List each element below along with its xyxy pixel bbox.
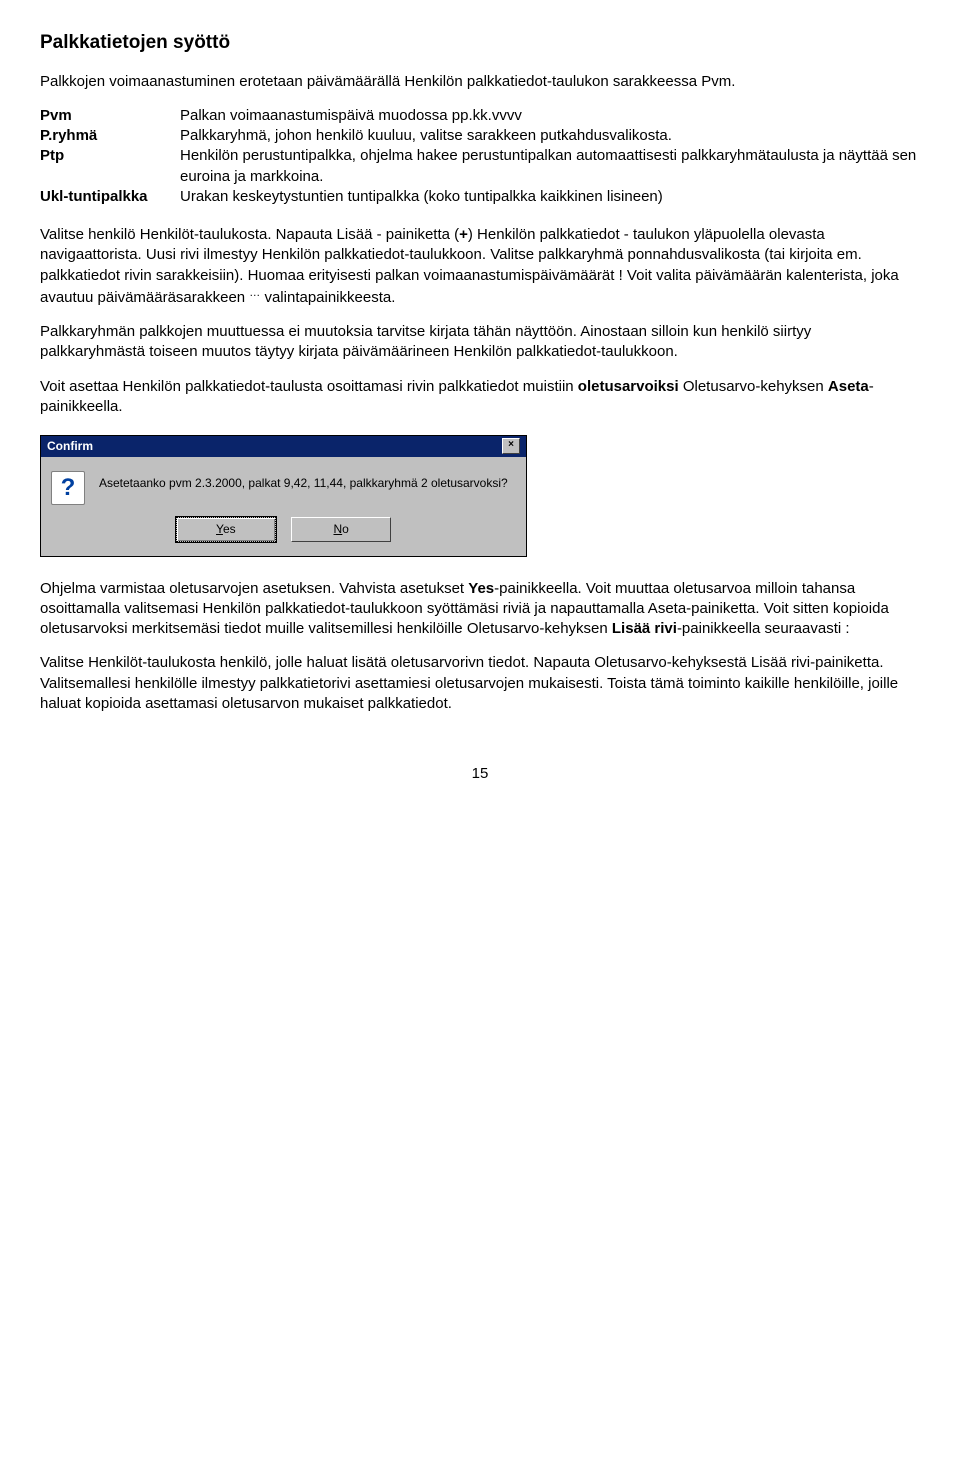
dialog-titlebar: Confirm × xyxy=(41,436,526,457)
def-row-pvm: Pvm Palkan voimaanastumispäivä muodossa … xyxy=(40,106,920,126)
def-row-ptp: Ptp Henkilön perustuntipalkka, ohjelma h… xyxy=(40,146,920,187)
text: Ohjelma varmistaa oletusarvojen asetukse… xyxy=(40,580,468,597)
ellipsis-icon: … xyxy=(249,287,260,299)
definition-list: Pvm Palkan voimaanastumispäivä muodossa … xyxy=(40,106,920,207)
dialog-title-text: Confirm xyxy=(47,438,93,454)
text: Valitse henkilö Henkilöt-taulukosta. Nap… xyxy=(40,226,459,243)
def-term: P.ryhmä xyxy=(40,126,180,146)
text: -painikkeella seuraavasti : xyxy=(677,620,850,637)
btn-hotkey: Y xyxy=(216,522,223,536)
page-heading: Palkkatietojen syöttö xyxy=(40,30,920,56)
text: Voit asettaa Henkilön palkkatiedot-taulu… xyxy=(40,378,578,395)
text-bold: Yes xyxy=(468,580,494,597)
def-term: Ptp xyxy=(40,146,180,187)
text-bold: Lisää rivi xyxy=(612,620,677,637)
text: valintapainikkeesta. xyxy=(260,289,395,306)
def-text: Palkan voimaanastumispäivä muodossa pp.k… xyxy=(180,106,920,126)
confirm-dialog: Confirm × ? Asetetaanko pvm 2.3.2000, pa… xyxy=(40,435,527,556)
intro-paragraph: Palkkojen voimaanastuminen erotetaan päi… xyxy=(40,72,920,92)
page-number: 15 xyxy=(40,764,920,784)
question-icon: ? xyxy=(51,471,85,505)
question-mark-glyph: ? xyxy=(61,476,76,500)
btn-rest: o xyxy=(342,522,349,536)
text: Oletusarvo-kehyksen xyxy=(679,378,828,395)
yes-button[interactable]: Yes xyxy=(176,517,276,541)
def-term: Ukl-tuntipalkka xyxy=(40,187,180,207)
paragraph-group-change: Palkkaryhmän palkkojen muuttuessa ei muu… xyxy=(40,322,920,363)
def-text: Henkilön perustuntipalkka, ohjelma hakee… xyxy=(180,146,920,187)
paragraph-select: Valitse henkilö Henkilöt-taulukosta. Nap… xyxy=(40,225,920,308)
def-row-pryhma: P.ryhmä Palkkaryhmä, johon henkilö kuulu… xyxy=(40,126,920,146)
paragraph-copy: Valitse Henkilöt-taulukosta henkilö, jol… xyxy=(40,653,920,714)
def-row-ukl: Ukl-tuntipalkka Urakan keskeytystuntien … xyxy=(40,187,920,207)
dialog-message: Asetetaanko pvm 2.3.2000, palkat 9,42, 1… xyxy=(99,471,508,491)
def-text: Urakan keskeytystuntien tuntipalkka (kok… xyxy=(180,187,920,207)
text-bold: oletusarvoiksi xyxy=(578,378,679,395)
dialog-button-row: Yes No xyxy=(41,511,526,555)
paragraph-confirm: Ohjelma varmistaa oletusarvojen asetukse… xyxy=(40,579,920,640)
confirm-dialog-screenshot: Confirm × ? Asetetaanko pvm 2.3.2000, pa… xyxy=(40,435,920,556)
close-icon[interactable]: × xyxy=(502,438,520,454)
def-text: Palkkaryhmä, johon henkilö kuuluu, valit… xyxy=(180,126,920,146)
paragraph-defaults: Voit asettaa Henkilön palkkatiedot-taulu… xyxy=(40,377,920,418)
btn-hotkey: N xyxy=(333,522,342,536)
no-button[interactable]: No xyxy=(291,517,391,541)
btn-rest: es xyxy=(223,522,236,536)
text-bold: Aseta xyxy=(828,378,869,395)
dialog-body: ? Asetetaanko pvm 2.3.2000, palkat 9,42,… xyxy=(41,457,526,511)
plus-sign: + xyxy=(459,226,468,243)
def-term: Pvm xyxy=(40,106,180,126)
